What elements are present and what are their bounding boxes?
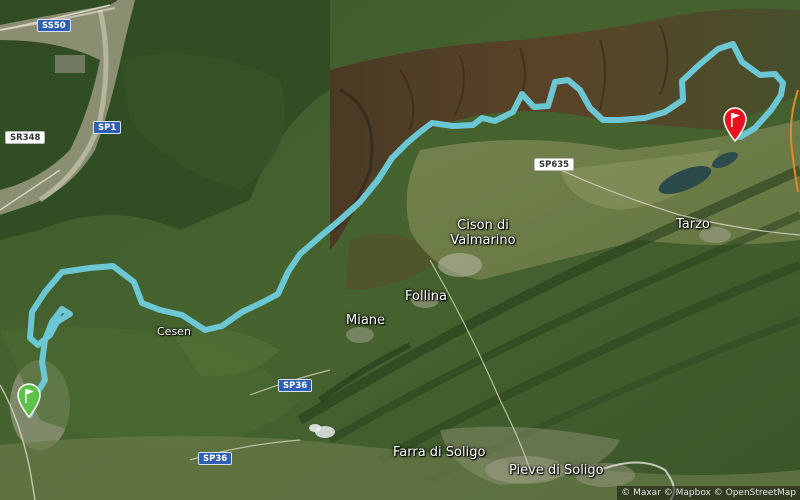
place-label-farra: Farra di Soligo: [393, 445, 486, 460]
road-shield-sp36-upper: SP36: [278, 379, 313, 392]
start-flag-icon[interactable]: [16, 382, 42, 418]
road-shield-sr348: SR348: [5, 131, 46, 144]
finish-flag-icon[interactable]: [722, 106, 748, 142]
place-label-cesen: Cesen: [157, 325, 191, 338]
road-shield-sp36-lower: SP36: [198, 452, 233, 465]
map-attribution[interactable]: © Maxar © Mapbox © OpenStreetMap: [617, 486, 800, 500]
road-shield-sp635: SP635: [534, 158, 575, 171]
place-label-follina: Follina: [405, 289, 448, 304]
satellite-terrain: [0, 0, 800, 500]
road-shield-ss50: SS50: [37, 19, 71, 32]
map-view[interactable]: Cison di Valmarino Follina Miane Cesen T…: [0, 0, 800, 500]
place-label-pieve: Pieve di Soligo: [509, 463, 604, 478]
place-label-cison: Cison di Valmarino: [450, 218, 516, 248]
road-shield-sp1: SP1: [93, 121, 122, 134]
place-label-miane: Miane: [346, 313, 386, 328]
place-label-tarzo: Tarzo: [676, 217, 710, 232]
